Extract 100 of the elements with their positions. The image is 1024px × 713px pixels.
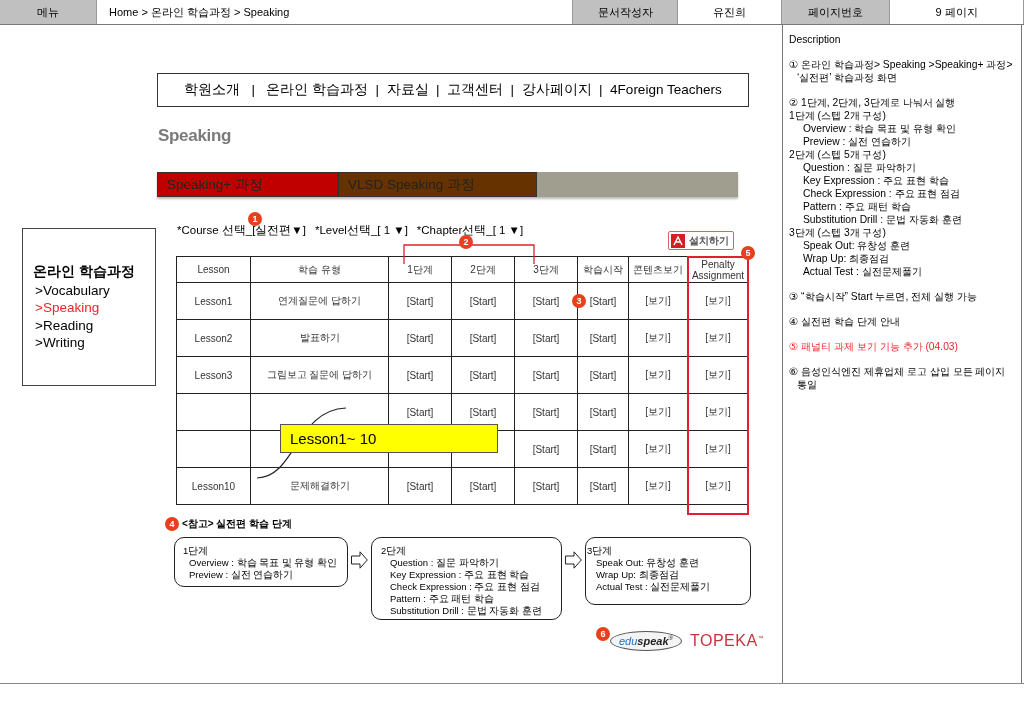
step-title: 2단계 xyxy=(381,545,408,557)
lesson-name: Lesson10 xyxy=(191,480,236,492)
lesson-type: 연계질문에 답하기 xyxy=(278,294,361,308)
view-link[interactable]: [보기] xyxy=(705,479,731,493)
arrow-icon xyxy=(565,551,582,569)
start-link[interactable]: [Start] xyxy=(469,480,497,492)
description-text: 2단계 (스텝 5개 구성) xyxy=(789,148,887,161)
dropdown-selector[interactable]: *Level선택_[ 1 ▼] xyxy=(314,223,408,238)
description-text: Check Expression : 주요 표현 점검 xyxy=(802,187,962,200)
header-value: 9 페이지 xyxy=(890,0,1024,24)
step-text: Substitution Drill : 문법 자동화 훈련 xyxy=(389,605,543,617)
start-link[interactable]: [Start] xyxy=(532,332,560,344)
description-text: 1단계 (스텝 2개 구성) xyxy=(789,109,887,122)
view-link[interactable]: [보기] xyxy=(645,405,671,419)
view-link[interactable]: [보기] xyxy=(705,368,731,382)
sidebar-item[interactable]: >Vocabulary xyxy=(33,281,155,299)
header-label: 페이지번호 xyxy=(782,0,890,24)
number-marker: 1 xyxy=(248,212,262,226)
nav-menu[interactable]: 학원소개 | 온라인 학습과정 | 자료실 | 고객센터 | 강사페이지 | 4Foreign Teachers xyxy=(157,73,749,107)
start-link[interactable]: [Start] xyxy=(589,480,617,492)
number-marker: 6 xyxy=(596,627,610,641)
description-text: ② 1단계, 2단계, 3단계로 나눠서 실행 xyxy=(789,96,957,109)
sidebar-title: 온라인 학습과정 xyxy=(33,263,136,281)
start-link[interactable]: [Start] xyxy=(406,369,434,381)
start-link[interactable]: [Start] xyxy=(589,406,617,418)
number-marker: 3 xyxy=(572,294,586,308)
step-text: Actual Test : 실전문제풀기 xyxy=(595,581,712,593)
lesson-name: Lesson3 xyxy=(194,369,233,381)
description-text: Wrap Up: 최종점검 xyxy=(802,252,891,265)
sidebar-item[interactable]: >Reading xyxy=(33,316,155,334)
description-text: ③ “학습시작” Start 누르면, 전체 실행 가능 xyxy=(789,290,978,303)
description-text: Key Expression : 주요 표현 학습 xyxy=(802,174,950,187)
description-text: ⑤ 패널티 과제 보기 기능 추가 (04.03) xyxy=(789,340,960,353)
view-link[interactable]: [보기] xyxy=(705,442,731,456)
step-title: 3단계 xyxy=(587,545,614,557)
description-text: Overview : 학습 목표 및 유형 확인 xyxy=(802,122,957,135)
sidebar-item[interactable]: >Writing xyxy=(33,334,155,352)
description-text: ④ 실전편 학습 단계 안내 xyxy=(789,315,901,328)
start-link[interactable]: [Start] xyxy=(532,295,560,307)
section-title: <참고> 실전편 학습 단계 xyxy=(182,517,292,531)
start-link[interactable]: [Start] xyxy=(406,332,434,344)
view-link[interactable]: [보기] xyxy=(645,442,671,456)
start-link[interactable]: [Start] xyxy=(469,406,497,418)
lesson-type: 문제해결하기 xyxy=(289,479,350,493)
install-button[interactable]: 설치하기 xyxy=(668,231,734,250)
view-link[interactable]: [보기] xyxy=(645,368,671,382)
start-link[interactable]: [Start] xyxy=(589,295,617,307)
brand-logo: TOPEKA$^{™}$ xyxy=(690,632,765,650)
partner-logo: eduspeak$^{®}$ xyxy=(610,631,682,651)
description-text: 3단계 (스텝 3개 구성) xyxy=(789,226,887,239)
start-link[interactable]: [Start] xyxy=(532,369,560,381)
column-header: 2단계 xyxy=(470,262,496,277)
view-link[interactable]: [보기] xyxy=(705,294,731,308)
start-link[interactable]: [Start] xyxy=(532,406,560,418)
start-link[interactable]: [Start] xyxy=(406,406,434,418)
view-link[interactable]: [보기] xyxy=(705,331,731,345)
start-link[interactable]: [Start] xyxy=(589,369,617,381)
start-link[interactable]: [Start] xyxy=(406,480,434,492)
description-text: Pattern : 주요 패턴 학습 xyxy=(802,200,912,213)
start-link[interactable]: [Start] xyxy=(532,480,560,492)
callout-note: Lesson1~ 10 xyxy=(280,424,498,453)
description-text: Preview : 실전 연습하기 xyxy=(802,135,913,148)
dropdown-selector[interactable]: *Chapter선택_[ 1 ▼] xyxy=(416,223,524,238)
column-header: 3단계 xyxy=(533,262,559,277)
view-link[interactable]: [보기] xyxy=(645,294,671,308)
column-header: Lesson xyxy=(197,264,230,275)
header-label: 메뉴 xyxy=(0,0,97,24)
view-link[interactable]: [보기] xyxy=(645,479,671,493)
start-link[interactable]: [Start] xyxy=(406,295,434,307)
lesson-name: Lesson2 xyxy=(194,332,233,344)
dropdown-selector[interactable]: *Course 선택_[실전편▼] xyxy=(177,223,306,238)
step-text: Overview : 학습 목표 및 유형 확인 xyxy=(188,557,339,569)
step-text: Check Expression : 주요 표현 점검 xyxy=(389,581,541,593)
start-link[interactable]: [Start] xyxy=(469,369,497,381)
description-text: ① 온라인 학습과정> Speaking >Speaking+ 과정> ‘실전편’ 학습과정 화면 xyxy=(789,58,1014,84)
header-label: 문서작성자 xyxy=(573,0,678,24)
column-header: 1단계 xyxy=(407,262,433,277)
start-link[interactable]: [Start] xyxy=(469,295,497,307)
start-link[interactable]: [Start] xyxy=(469,332,497,344)
number-marker: 5 xyxy=(741,246,755,260)
sidebar-item[interactable]: >Speaking xyxy=(33,299,155,317)
lesson-type: 발표하기 xyxy=(299,331,340,345)
description-text: Question : 질문 파악하기 xyxy=(802,161,917,174)
step-text: Question : 질문 파악하기 xyxy=(389,557,500,569)
page-title: Speaking xyxy=(158,126,232,146)
number-marker: 4 xyxy=(165,517,179,531)
column-header: 콘텐츠보기 xyxy=(633,262,683,277)
pdf-icon xyxy=(671,233,685,248)
description-text: Substitution Drill : 문법 자동화 훈련 xyxy=(802,213,963,226)
step-text: Preview : 실전 연습하기 xyxy=(188,569,295,581)
step-text: Wrap Up: 최종점검 xyxy=(595,569,680,581)
start-link[interactable]: [Start] xyxy=(589,332,617,344)
view-link[interactable]: [보기] xyxy=(705,405,731,419)
description-title: Description xyxy=(789,33,842,46)
start-link[interactable]: [Start] xyxy=(589,443,617,455)
column-header: 학습 유형 xyxy=(298,262,341,277)
step-text: Speak Out: 유창성 훈련 xyxy=(595,557,700,569)
view-link[interactable]: [보기] xyxy=(645,331,671,345)
description-text: ⑥ 음성인식엔진 제휴업체 로고 삽입 모든 페이지 통일 xyxy=(789,365,1007,391)
start-link[interactable]: [Start] xyxy=(532,443,560,455)
